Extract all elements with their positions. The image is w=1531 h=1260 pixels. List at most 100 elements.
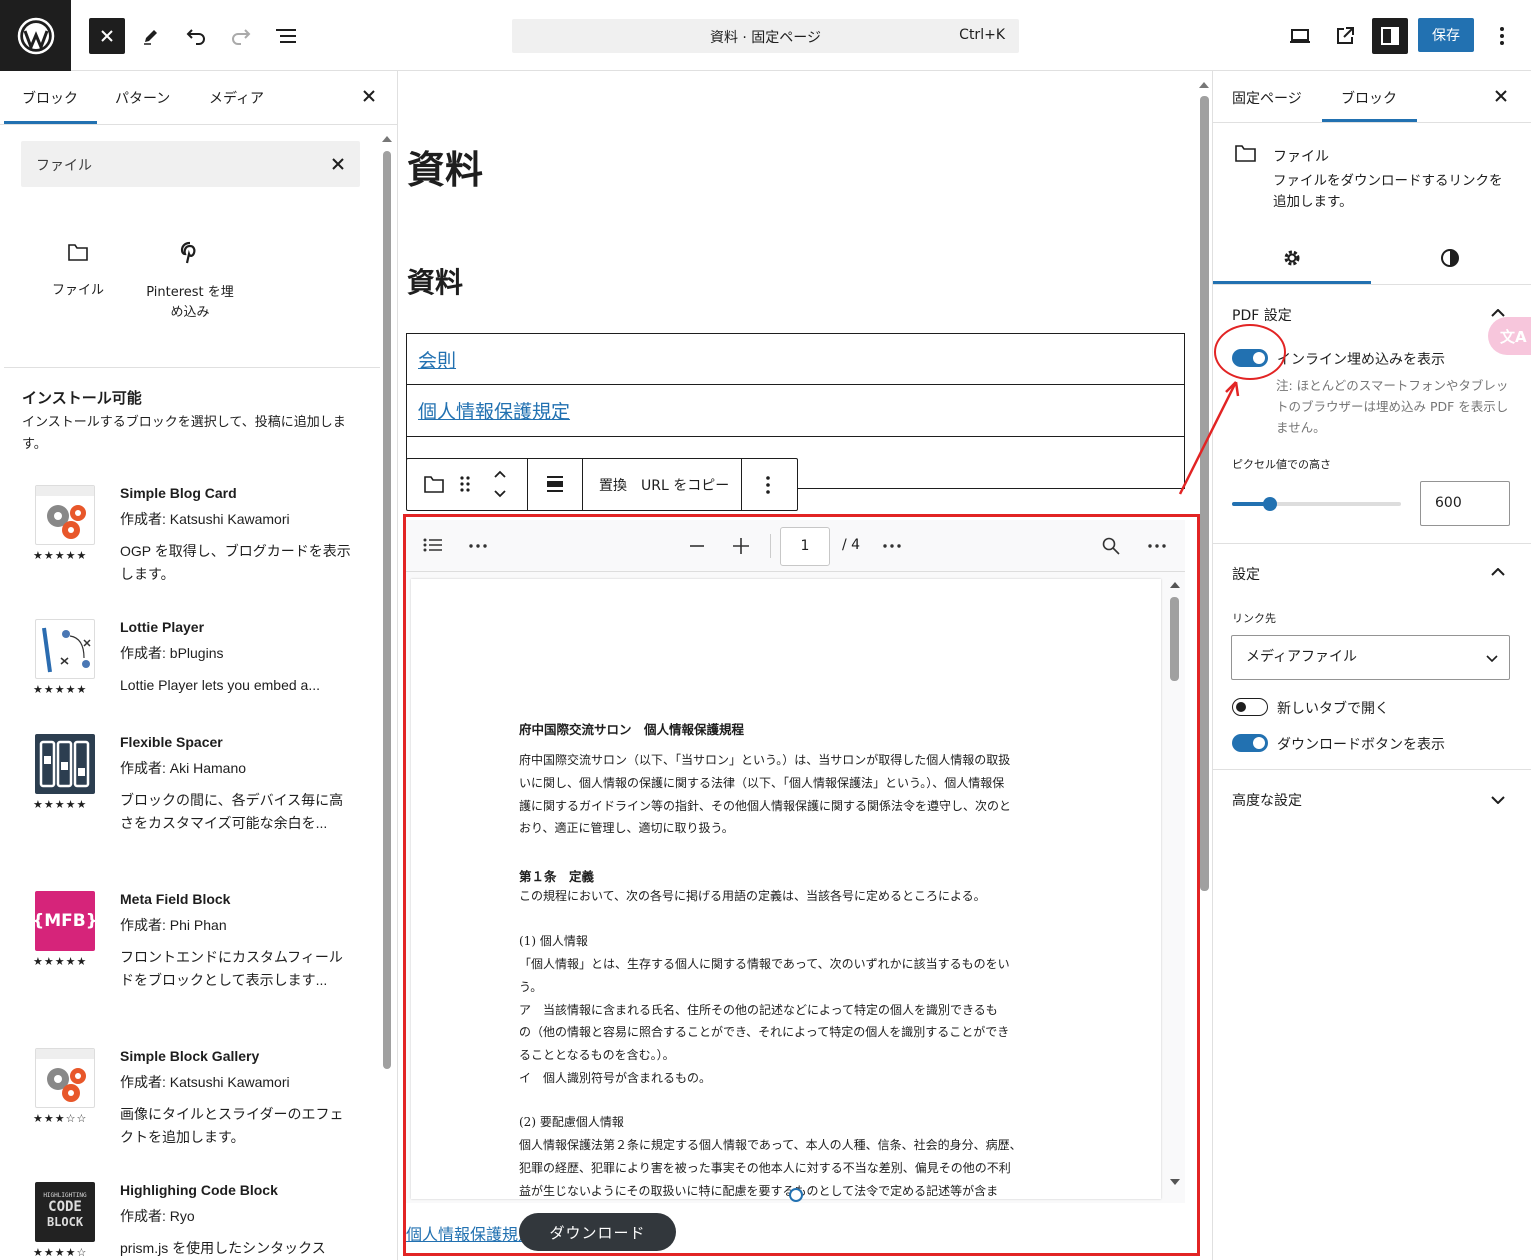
pdf-scroll-up-icon[interactable] xyxy=(1169,581,1181,589)
close-icon[interactable] xyxy=(1494,89,1508,103)
table-link[interactable]: 個人情報保護規定 xyxy=(418,397,570,424)
plugin-code-thumbnail: HIGHLIGHTING CODE BLOCK xyxy=(35,1182,95,1242)
pdf-settings-title[interactable]: PDF 設定 xyxy=(1232,305,1292,325)
pdf-scrollbar[interactable] xyxy=(1170,597,1179,681)
chevron-up-icon[interactable] xyxy=(1491,309,1505,317)
tab-block[interactable]: ブロック xyxy=(1341,88,1397,108)
translate-icon[interactable]: 文A xyxy=(1488,317,1531,355)
code-thumb-line: CODE xyxy=(48,1199,82,1215)
styles-contrast-icon[interactable] xyxy=(1440,248,1460,268)
view-page-external-icon[interactable] xyxy=(1327,18,1363,54)
outline-icon[interactable] xyxy=(423,537,443,553)
pinterest-icon xyxy=(178,241,202,265)
pdf-section-heading: (1) 個人情報 xyxy=(519,934,588,948)
pdf-article-heading: 第１条 定義 xyxy=(519,869,595,884)
rating-stars: ★★★★★ xyxy=(33,798,88,811)
inserter-scrollbar[interactable] xyxy=(383,151,391,1069)
page-title[interactable]: 資料 xyxy=(407,139,483,194)
zoom-out-icon[interactable] xyxy=(690,545,704,547)
panel-divider xyxy=(1213,543,1531,544)
redo-icon[interactable] xyxy=(223,18,259,54)
rating-stars: ★★★★★ xyxy=(33,955,88,968)
table-row: 会則 xyxy=(406,333,1185,385)
new-tab-label: 新しいタブで開く xyxy=(1277,701,1389,717)
height-input[interactable]: 600 xyxy=(1420,481,1510,526)
file-name-link[interactable]: 個人情報保護規定 xyxy=(406,1221,534,1245)
pencil-tool-icon[interactable] xyxy=(133,18,169,54)
pdf-embed-viewer[interactable]: 1 / 4 府中国際交流サロン 個人情報保護規程 府中国際交流サロン（以下、「当… xyxy=(406,520,1185,1203)
result-pinterest-block[interactable]: Pinterest を埋め込み xyxy=(140,241,240,323)
gear-icon[interactable] xyxy=(1282,248,1302,268)
block-search-input[interactable]: ファイル xyxy=(21,141,360,187)
file-block-folder-icon[interactable] xyxy=(422,473,446,495)
document-overview-icon[interactable] xyxy=(268,18,304,54)
more-icon[interactable] xyxy=(1148,544,1166,548)
options-menu-icon[interactable] xyxy=(1484,18,1520,54)
drag-handle-icon[interactable] xyxy=(460,475,470,493)
result-label: Pinterest を埋め込み xyxy=(146,285,234,320)
toolbar-separator xyxy=(582,459,583,510)
plugin-name: Simple Blog Card xyxy=(120,485,237,501)
copy-url-button[interactable]: URL をコピー xyxy=(641,475,729,495)
save-button[interactable]: 保存 xyxy=(1418,18,1474,52)
download-button[interactable]: ダウンロード xyxy=(519,1213,676,1251)
section-divider xyxy=(4,367,380,368)
undo-icon[interactable] xyxy=(178,18,214,54)
settings-sidebar-icon[interactable] xyxy=(1372,18,1408,54)
align-icon[interactable] xyxy=(546,475,564,493)
close-inserter-button[interactable] xyxy=(89,18,125,54)
mfb-logo-text: {MFB} xyxy=(35,911,95,931)
command-palette-button[interactable]: 資料 · 固定ページ Ctrl+K xyxy=(512,19,1019,53)
pdf-paragraph: 「個人情報」とは、生存する個人に関する情報であって、次のいずれかに該当するものを… xyxy=(519,953,1059,1090)
search-icon[interactable] xyxy=(1102,537,1120,555)
heading-block[interactable]: 資料 xyxy=(407,261,463,301)
zoom-in-icon[interactable] xyxy=(733,538,749,554)
replace-button[interactable]: 置換 xyxy=(599,475,627,495)
pdf-line: 「個人情報」とは、生存する個人に関する情報であって、次のいずれかに該当するものを… xyxy=(519,957,1010,971)
link-to-select[interactable]: メディアファイル xyxy=(1231,635,1510,680)
advanced-panel-title[interactable]: 高度な設定 xyxy=(1232,790,1302,810)
resize-handle[interactable] xyxy=(789,1188,803,1202)
page-total: / 4 xyxy=(842,537,861,553)
toolbar-separator xyxy=(527,459,528,510)
settings-panel-title[interactable]: 設定 xyxy=(1232,564,1260,584)
installable-heading: インストール可能 xyxy=(22,389,142,407)
pdf-page: 府中国際交流サロン 個人情報保護規程 府中国際交流サロン（以下、「当サロン」とい… xyxy=(411,579,1161,1199)
tab-patterns[interactable]: パターン xyxy=(115,88,170,108)
tab-blocks[interactable]: ブロック xyxy=(22,88,78,108)
pdf-scroll-down-icon[interactable] xyxy=(1169,1178,1181,1186)
more-icon[interactable] xyxy=(883,544,901,548)
inline-embed-label: インライン埋め込みを表示 xyxy=(1277,352,1445,368)
page-number-input[interactable]: 1 xyxy=(780,527,830,566)
plugin-description: OGP を取得し、ブログカードを表示します。 xyxy=(120,543,351,582)
editor-header: 資料 · 固定ページ Ctrl+K 保存 xyxy=(0,0,1531,71)
close-icon[interactable] xyxy=(361,88,377,104)
chevron-up-icon[interactable] xyxy=(1491,568,1505,576)
plugin-author: 作成者: Katsushi Kawamori xyxy=(120,1074,290,1090)
plugin-mfb-thumbnail: {MFB} xyxy=(35,891,95,951)
tab-page[interactable]: 固定ページ xyxy=(1232,88,1302,108)
block-inserter-panel: ブロック パターン メディア ファイル ファイル Pinterest を埋め込み… xyxy=(0,71,398,1260)
plugin-gears-thumbnail xyxy=(35,1048,95,1108)
more-icon[interactable] xyxy=(469,544,487,548)
new-tab-toggle[interactable] xyxy=(1232,698,1268,716)
wordpress-logo-icon[interactable] xyxy=(0,0,71,71)
move-up-down-icon[interactable] xyxy=(493,469,507,499)
scroll-up-arrow-icon[interactable] xyxy=(381,135,393,143)
show-download-toggle[interactable] xyxy=(1232,734,1268,752)
preview-device-icon[interactable] xyxy=(1282,18,1318,54)
clear-search-icon[interactable] xyxy=(331,157,345,171)
chevron-down-icon[interactable] xyxy=(1491,796,1505,804)
block-options-icon[interactable] xyxy=(765,475,771,495)
block-card-title: ファイル xyxy=(1273,149,1329,165)
table-link[interactable]: 会則 xyxy=(418,346,456,373)
canvas-scroll-up-icon[interactable] xyxy=(1198,81,1210,89)
table-row: 個人情報保護規定 xyxy=(406,385,1185,437)
annotation-arrow xyxy=(1178,381,1240,495)
tab-media[interactable]: メディア xyxy=(209,88,264,108)
svg-text:文A: 文A xyxy=(1500,328,1527,346)
plugin-name: Simple Block Gallery xyxy=(120,1048,260,1064)
search-value: ファイル xyxy=(36,158,92,174)
height-slider-thumb[interactable] xyxy=(1263,497,1277,511)
result-file-block[interactable]: ファイル xyxy=(28,241,128,301)
